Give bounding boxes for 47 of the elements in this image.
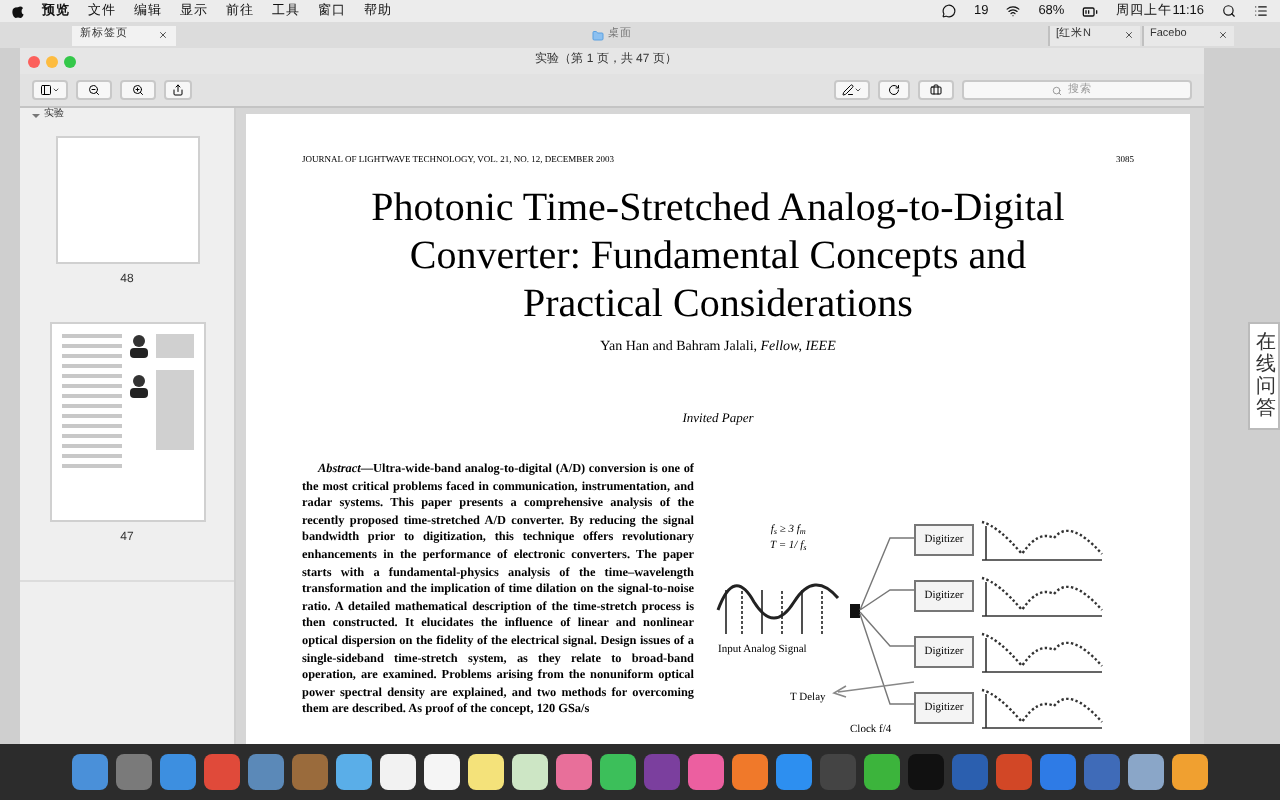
app-icon[interactable]: [380, 754, 416, 790]
sampled-signal-drawing: [978, 630, 1106, 674]
folder-icon: [592, 29, 604, 41]
text-block: [155, 370, 193, 450]
disclosure-icon[interactable]: [32, 114, 40, 122]
app-icon[interactable]: [424, 754, 460, 790]
markup-button[interactable]: [834, 80, 870, 100]
side-tab[interactable]: 在线问答: [1248, 322, 1280, 430]
chat-icon[interactable]: [941, 4, 956, 18]
share-icon: [172, 84, 184, 96]
toolbox-icon: [930, 84, 942, 96]
toolbox-button[interactable]: [918, 80, 954, 100]
zoom-out-button[interactable]: [76, 80, 112, 100]
sampled-signal-drawing: [978, 574, 1106, 618]
zoom-out-icon: [88, 84, 100, 96]
paper-title: Photonic Time-Stretched Analog-to-Digital: [371, 183, 1065, 232]
zoom-in-button[interactable]: [120, 80, 156, 100]
app-icon[interactable]: [336, 754, 372, 790]
app-icon[interactable]: [468, 754, 504, 790]
paper-title: Practical Considerations: [523, 279, 913, 328]
app-icon[interactable]: [512, 754, 548, 790]
share-button[interactable]: [164, 80, 192, 100]
pen-icon: [842, 84, 854, 96]
app-icon[interactable]: [1172, 754, 1208, 790]
zoom-in-icon: [132, 84, 144, 96]
person-icon: [129, 334, 147, 358]
rotate-icon: [888, 84, 900, 96]
app-icon[interactable]: [864, 754, 900, 790]
rotate-button[interactable]: [878, 80, 910, 100]
sampled-signal-drawing: [978, 686, 1106, 730]
delay-arrow-icon: [830, 678, 914, 698]
battery-icon[interactable]: [1082, 3, 1099, 19]
person-icon: [129, 374, 147, 398]
list-icon[interactable]: [1254, 4, 1268, 18]
wifi-icon[interactable]: [1006, 4, 1021, 18]
sampled-signal-drawing: [978, 518, 1106, 562]
page-thumbnail[interactable]: [49, 322, 205, 522]
apple-icon[interactable]: [12, 4, 24, 18]
text-block: [155, 334, 193, 358]
page-thumbnail[interactable]: [55, 136, 199, 264]
search-icon[interactable]: [1222, 4, 1236, 18]
sidebar-icon: [40, 84, 52, 96]
app-icon[interactable]: [600, 754, 636, 790]
search-icon: [1052, 85, 1062, 95]
sidebar-toggle-button[interactable]: [32, 80, 68, 100]
app-icon[interactable]: [1128, 754, 1164, 790]
paper-title: Converter: Fundamental Concepts and: [409, 231, 1027, 280]
